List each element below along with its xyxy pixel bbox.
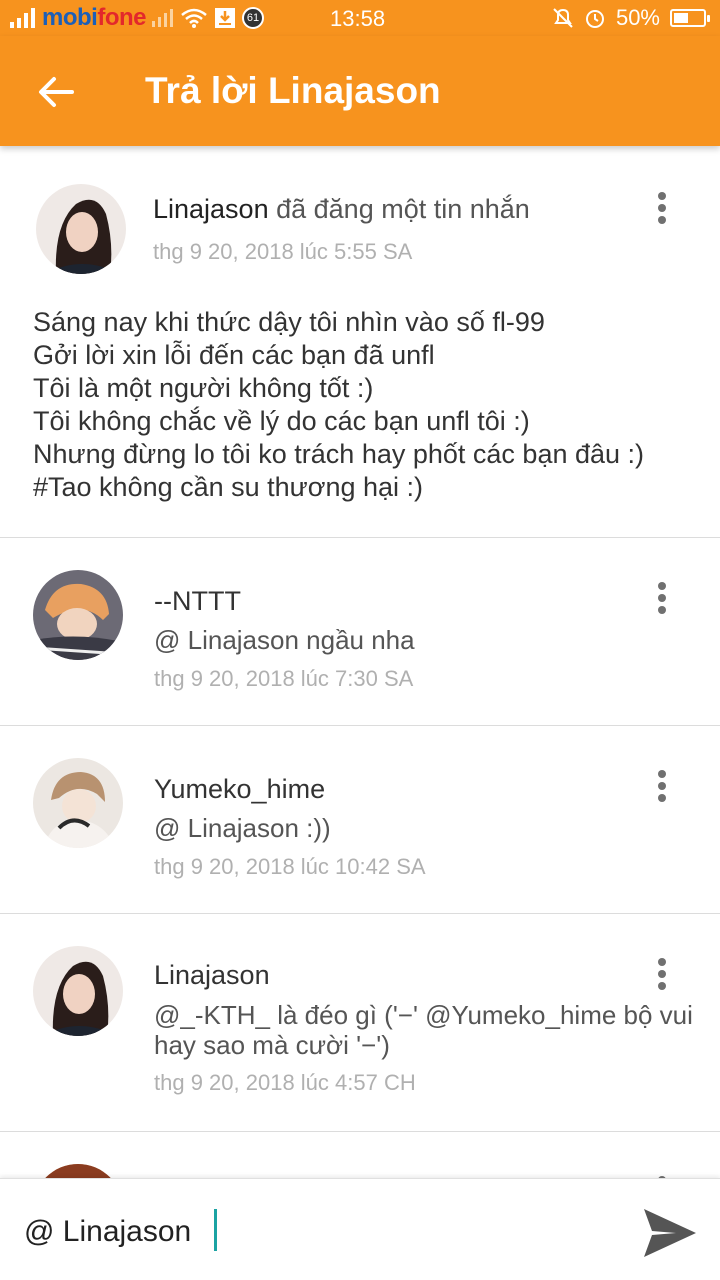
battery-icon: [670, 9, 710, 27]
avatar[interactable]: [33, 946, 123, 1036]
status-right: 50%: [552, 0, 710, 36]
status-bar: mobifone 61 13:58 50%: [0, 0, 720, 36]
post-author-name[interactable]: Linajason: [153, 194, 269, 224]
comment-date: thg 9 20, 2018 lúc 10:42 SA: [154, 854, 426, 879]
signal-icon: [10, 8, 35, 28]
status-time: 13:58: [330, 6, 386, 31]
comment-author[interactable]: Linajason: [154, 960, 270, 991]
avatar[interactable]: [33, 570, 123, 660]
back-button[interactable]: [34, 72, 78, 112]
post-line: Sáng nay khi thức dậy tôi nhìn vào số fl…: [33, 307, 545, 337]
comment-author[interactable]: Yumeko_hime: [154, 774, 325, 805]
comment-item: Yumeko_hime @ Linajason :)) thg 9 20, 20…: [0, 726, 720, 914]
alarm-icon: [585, 10, 604, 28]
comment-author[interactable]: --NTTT: [154, 586, 241, 617]
send-button[interactable]: [640, 1205, 700, 1261]
comment-more-button[interactable]: [650, 766, 674, 806]
carrier-name: mobifone: [42, 4, 146, 31]
comment-text: @_-KTH_ là đéo gì ('−' @Yumeko_hime bộ v…: [154, 1000, 693, 1060]
post-line: Tôi là một người không tốt :): [33, 373, 374, 403]
comment-item: Linajason @_-KTH_ là đéo gì ('−' @Yumeko…: [0, 914, 720, 1132]
status-left: mobifone 61: [10, 0, 264, 36]
comment-more-button[interactable]: [650, 954, 674, 994]
post-line: #Tao không cần su thương hại :): [33, 472, 424, 502]
avatar[interactable]: [36, 184, 126, 274]
post-line: Gởi lời xin lỗi đến các bạn đã unfl: [33, 340, 435, 370]
post-date: thg 9 20, 2018 lúc 5:55 SA: [153, 239, 413, 264]
comment-item: --NTTT @ Linajason ngầu nha thg 9 20, 20…: [0, 538, 720, 726]
post-body: Sáng nay khi thức dậy tôi nhìn vào số fl…: [33, 306, 703, 504]
comment-text: @ Linajason ngầu nha: [154, 625, 415, 655]
reply-bar: @ Linajason: [0, 1178, 720, 1280]
comment-text: @ Linajason :)): [154, 813, 331, 843]
send-icon: [644, 1209, 696, 1257]
download-icon: [215, 8, 235, 28]
post-line: Nhưng đừng lo tôi ko trách hay phốt các …: [33, 439, 645, 469]
post-line: Tôi không chắc về lý do các bạn unfl tôi…: [33, 406, 530, 436]
post-more-button[interactable]: [650, 188, 674, 228]
comment-date: thg 9 20, 2018 lúc 7:30 SA: [154, 666, 414, 691]
text-caret: [214, 1209, 217, 1251]
comment-date: thg 9 20, 2018 lúc 4:57 CH: [154, 1070, 416, 1095]
comment-more-button[interactable]: [650, 578, 674, 618]
post-action: đã đăng một tin nhắn: [276, 194, 530, 224]
page-title: Trả lời Linajason: [145, 70, 441, 111]
reply-input[interactable]: @ Linajason: [24, 1215, 191, 1249]
battery-percent: 50%: [615, 5, 660, 30]
signal-icon-2: [152, 9, 173, 27]
mute-bell-icon: [553, 8, 573, 28]
back-arrow-icon: [39, 77, 74, 107]
app-bar: Trả lời Linajason: [0, 36, 720, 146]
wifi-icon: [181, 8, 207, 28]
original-post: Linajason đã đăng một tin nhắn thg 9 20,…: [0, 146, 720, 538]
post-header: Linajason đã đăng một tin nhắn: [153, 194, 530, 225]
avatar[interactable]: [33, 758, 123, 848]
notification-badge: 61: [242, 7, 264, 29]
